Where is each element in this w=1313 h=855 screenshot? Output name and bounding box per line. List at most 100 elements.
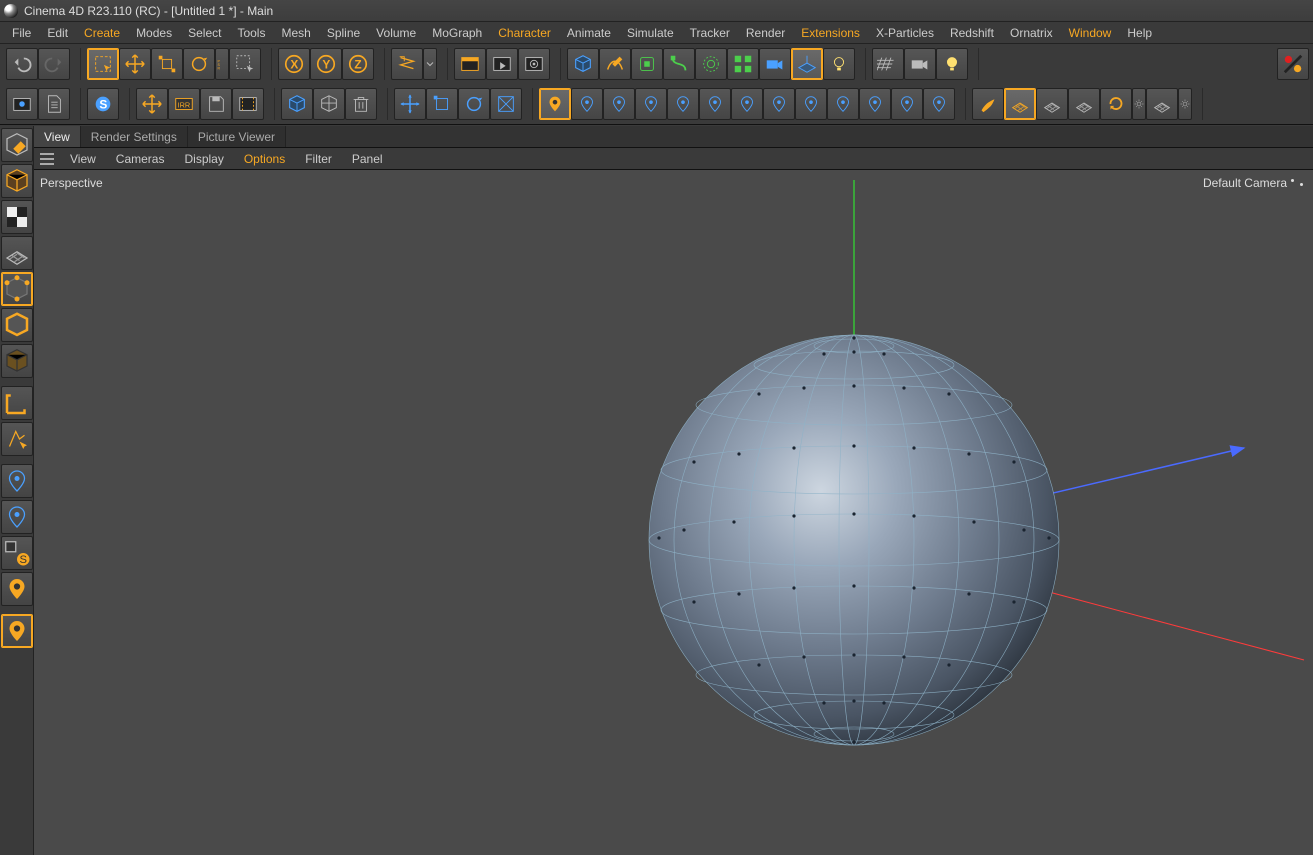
menu-character[interactable]: Character: [490, 24, 559, 42]
grid-plane-icon[interactable]: [1004, 88, 1036, 120]
snap-poly-icon[interactable]: [635, 88, 667, 120]
coord-dropdown-icon[interactable]: [423, 48, 437, 80]
viewport-hamburger-icon[interactable]: [34, 153, 60, 165]
scale-blue-icon[interactable]: [426, 88, 458, 120]
x-axis-icon[interactable]: X: [278, 48, 310, 80]
menu-ornatrix[interactable]: Ornatrix: [1002, 24, 1061, 42]
move-tool-icon[interactable]: [119, 48, 151, 80]
generator-icon[interactable]: [631, 48, 663, 80]
snap-perp-icon[interactable]: [891, 88, 923, 120]
menu-create[interactable]: Create: [76, 24, 128, 42]
rotate-tool-icon[interactable]: [183, 48, 215, 80]
spline-pen-icon[interactable]: [599, 48, 631, 80]
render-view-icon[interactable]: [454, 48, 486, 80]
menu-mesh[interactable]: Mesh: [273, 24, 318, 42]
viewport-solo-icon[interactable]: S: [1, 536, 33, 570]
snap-enable-icon[interactable]: [1, 464, 33, 498]
gear-grey2-icon[interactable]: [1178, 88, 1192, 120]
render-pv-icon[interactable]: [486, 48, 518, 80]
xparticles-icon[interactable]: [1277, 48, 1309, 80]
search-blue-icon[interactable]: S: [87, 88, 119, 120]
viewmenu-options[interactable]: Options: [234, 150, 295, 168]
snap-more-icon[interactable]: [923, 88, 955, 120]
gear-grey-icon[interactable]: [1132, 88, 1146, 120]
viewmenu-filter[interactable]: Filter: [295, 150, 342, 168]
floor-icon[interactable]: [791, 48, 823, 80]
select-tool-icon[interactable]: [87, 48, 119, 80]
move-dup-icon[interactable]: [136, 88, 168, 120]
move-blue-icon[interactable]: [394, 88, 426, 120]
brush-icon[interactable]: [972, 88, 1004, 120]
texture-mode-icon[interactable]: [1, 200, 33, 234]
snap-vertex-icon[interactable]: [571, 88, 603, 120]
psr-lock-icon[interactable]: PSR: [215, 48, 229, 80]
snap-intersect-icon[interactable]: [763, 88, 795, 120]
menu-modes[interactable]: Modes: [128, 24, 180, 42]
transform-blue-icon[interactable]: [490, 88, 522, 120]
snap-toggle-icon[interactable]: [1, 614, 33, 648]
points-mode-icon[interactable]: [1, 272, 33, 306]
menu-render[interactable]: Render: [738, 24, 793, 42]
soft-selection-icon[interactable]: [1, 572, 33, 606]
cube-convert-icon[interactable]: [281, 88, 313, 120]
take-icon[interactable]: [232, 88, 264, 120]
menu-tracker[interactable]: Tracker: [682, 24, 738, 42]
snap-mid-icon[interactable]: [795, 88, 827, 120]
menu-x-particles[interactable]: X-Particles: [868, 24, 942, 42]
snap-axis-icon[interactable]: [667, 88, 699, 120]
y-axis-icon[interactable]: Y: [310, 48, 342, 80]
snap-edge-icon[interactable]: [603, 88, 635, 120]
irr-icon[interactable]: IRR: [168, 88, 200, 120]
cloner-icon[interactable]: [727, 48, 759, 80]
panel-tab-render-settings[interactable]: Render Settings: [81, 126, 188, 147]
bulb-icon[interactable]: [936, 48, 968, 80]
tweak-mode-icon[interactable]: [1, 422, 33, 456]
coord-system-icon[interactable]: [391, 48, 423, 80]
panel-tab-view[interactable]: View: [34, 126, 81, 147]
reset-plane-icon[interactable]: [1146, 88, 1178, 120]
deformer-icon[interactable]: [663, 48, 695, 80]
fields-icon[interactable]: [695, 48, 727, 80]
viewmenu-view[interactable]: View: [60, 150, 106, 168]
make-editable-icon[interactable]: [1, 128, 33, 162]
viewmenu-cameras[interactable]: Cameras: [106, 150, 175, 168]
camera-tag-icon[interactable]: [904, 48, 936, 80]
menu-file[interactable]: File: [4, 24, 39, 42]
menu-window[interactable]: Window: [1061, 24, 1120, 42]
menu-redshift[interactable]: Redshift: [942, 24, 1002, 42]
camera-icon[interactable]: [759, 48, 791, 80]
subd-icon[interactable]: [313, 88, 345, 120]
snap-orange-icon[interactable]: [539, 88, 571, 120]
polygons-mode-icon[interactable]: [1, 344, 33, 378]
model-mode-icon[interactable]: [1, 164, 33, 198]
undo-icon[interactable]: [6, 48, 38, 80]
snap-spline-icon[interactable]: [731, 88, 763, 120]
menu-spline[interactable]: Spline: [319, 24, 368, 42]
plane-y-icon[interactable]: [1068, 88, 1100, 120]
menu-select[interactable]: Select: [180, 24, 229, 42]
cycle-icon[interactable]: [1100, 88, 1132, 120]
edges-mode-icon[interactable]: [1, 308, 33, 342]
menu-mograph[interactable]: MoGraph: [424, 24, 490, 42]
panel-tab-picture-viewer[interactable]: Picture Viewer: [188, 126, 286, 147]
delete-icon[interactable]: [345, 88, 377, 120]
light-icon[interactable]: [823, 48, 855, 80]
menu-edit[interactable]: Edit: [39, 24, 76, 42]
doc-icon[interactable]: [38, 88, 70, 120]
workplane-mode-icon[interactable]: [1, 236, 33, 270]
cube-primitive-icon[interactable]: [567, 48, 599, 80]
rotate-blue-icon[interactable]: [458, 88, 490, 120]
scale-tool-icon[interactable]: [151, 48, 183, 80]
snap-workplane-icon[interactable]: [827, 88, 859, 120]
snap-settings-icon[interactable]: [1, 500, 33, 534]
axis-mode-icon[interactable]: [1, 386, 33, 420]
menu-volume[interactable]: Volume: [368, 24, 424, 42]
viewport[interactable]: Perspective Default Camera: [34, 170, 1313, 855]
viewmenu-display[interactable]: Display: [174, 150, 233, 168]
grid-toggle-icon[interactable]: [872, 48, 904, 80]
menu-animate[interactable]: Animate: [559, 24, 619, 42]
snap-guide-icon[interactable]: [859, 88, 891, 120]
snap-grid-icon[interactable]: [699, 88, 731, 120]
take-render-icon[interactable]: [6, 88, 38, 120]
last-tool-icon[interactable]: [229, 48, 261, 80]
